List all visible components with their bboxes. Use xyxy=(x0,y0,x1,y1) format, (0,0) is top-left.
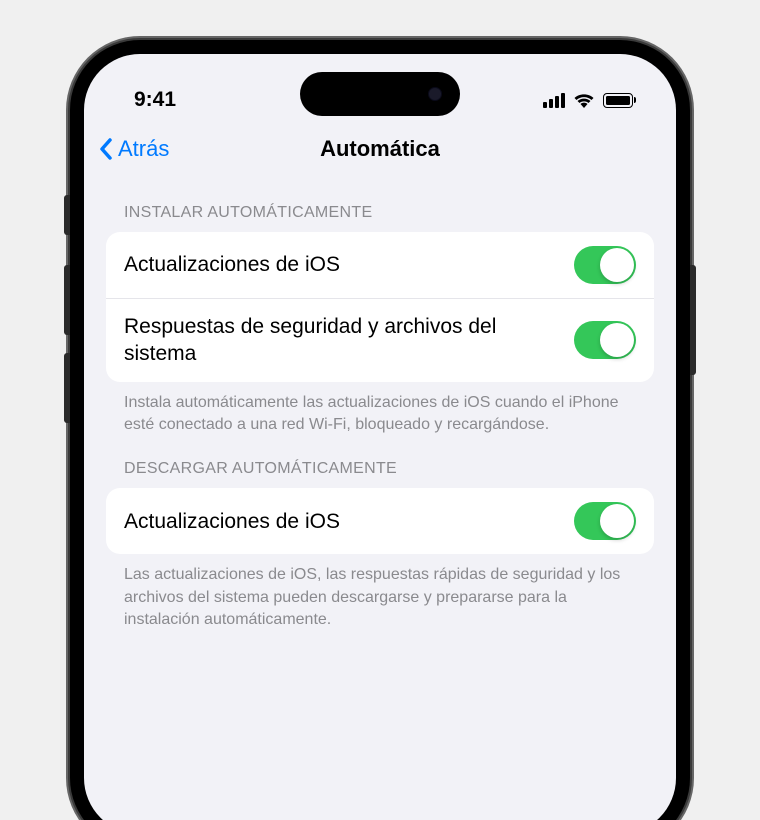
status-time: 9:41 xyxy=(134,88,176,112)
battery-icon xyxy=(603,93,636,108)
phone-frame: 9:41 xyxy=(70,40,690,820)
ios-updates-install-label: Actualizaciones de iOS xyxy=(124,251,352,278)
front-camera xyxy=(428,87,442,101)
download-settings-group: Actualizaciones de iOS xyxy=(106,488,654,554)
status-icons xyxy=(543,92,636,108)
security-responses-label: Respuestas de seguridad y archivos del s… xyxy=(124,313,574,368)
volume-down-button xyxy=(64,353,70,423)
toggle-knob xyxy=(600,323,634,357)
dynamic-island xyxy=(300,72,460,116)
toggle-knob xyxy=(600,504,634,538)
phone-screen: 9:41 xyxy=(84,54,676,820)
install-section-footer: Instala automáticamente las actualizacio… xyxy=(106,382,654,437)
ios-updates-install-toggle[interactable] xyxy=(574,246,636,284)
wifi-icon xyxy=(573,92,595,108)
install-settings-group: Actualizaciones de iOS Respuestas de seg… xyxy=(106,232,654,382)
phone-side-buttons-left xyxy=(64,195,70,441)
image-container: 9:41 xyxy=(0,0,760,820)
volume-up-button xyxy=(64,265,70,335)
ios-updates-download-toggle[interactable] xyxy=(574,502,636,540)
ios-updates-download-row: Actualizaciones de iOS xyxy=(106,488,654,554)
download-section-header: DESCARGAR AUTOMÁTICAMENTE xyxy=(106,436,654,488)
security-responses-toggle[interactable] xyxy=(574,321,636,359)
chevron-left-icon xyxy=(98,137,114,161)
phone-side-buttons-right xyxy=(690,265,696,375)
ios-updates-install-row: Actualizaciones de iOS xyxy=(106,232,654,298)
back-button[interactable]: Atrás xyxy=(98,136,169,162)
toggle-knob xyxy=(600,248,634,282)
settings-content: INSTALAR AUTOMÁTICAMENTE Actualizaciones… xyxy=(84,180,676,632)
power-button xyxy=(690,265,696,375)
install-section-header: INSTALAR AUTOMÁTICAMENTE xyxy=(106,180,654,232)
download-section-footer: Las actualizaciones de iOS, las respuest… xyxy=(106,554,654,631)
back-label: Atrás xyxy=(118,136,169,162)
navigation-bar: Atrás Automática xyxy=(84,122,676,180)
cellular-signal-icon xyxy=(543,93,565,108)
page-title: Automática xyxy=(320,136,440,162)
security-responses-row: Respuestas de seguridad y archivos del s… xyxy=(106,298,654,382)
silent-switch xyxy=(64,195,70,235)
ios-updates-download-label: Actualizaciones de iOS xyxy=(124,508,352,535)
